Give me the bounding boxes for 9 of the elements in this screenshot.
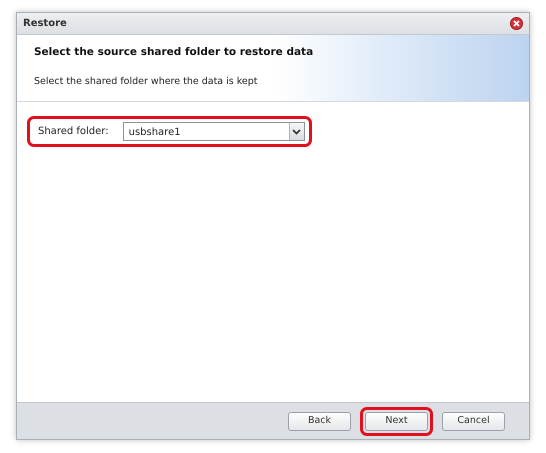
shared-folder-dropdown[interactable]: usbshare1 (122, 122, 305, 141)
close-icon[interactable] (510, 17, 523, 30)
field-label: Shared folder: (38, 125, 109, 139)
header-title: Select the source shared folder to restore data (34, 45, 314, 60)
header-subtitle: Select the shared folder where the data is kept (34, 74, 259, 89)
dialog-button[interactable]: Cancel (442, 412, 505, 430)
dialog-button[interactable]: Next (365, 412, 428, 430)
window-title: Restore (23, 17, 67, 31)
dialog-button[interactable]: Back (288, 412, 351, 430)
